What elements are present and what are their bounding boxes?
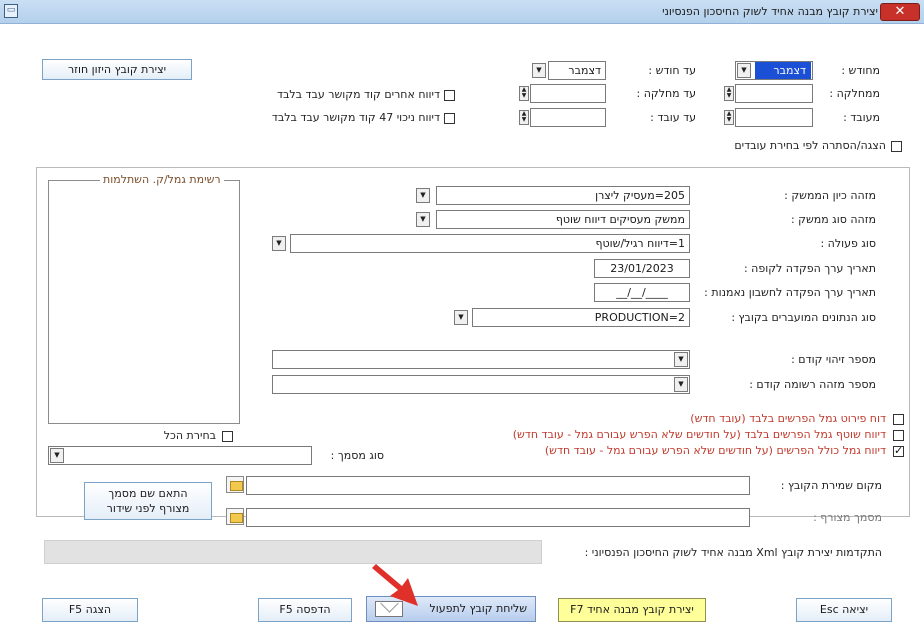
show-hide-label: הצגה/הסתרה לפי בחירת עובדים [734,139,886,152]
file-location-folder-icon[interactable] [226,476,244,493]
to-month-dropdown[interactable]: ▼ [532,63,546,78]
match-document-button[interactable]: התאם שם מסמך מצורף לפני שידור [84,482,212,520]
report-47-label: דיווח ניכוי 47 קוד מקושר עבד בלבד [271,111,440,124]
progress-label: התקדמות יצירת קובץ Xml מבנה אחיד לשוק הח… [584,546,882,559]
title-bar: ▭ יצירת קובץ מבנה אחיד לשוק החיסכון הפנס… [0,0,924,24]
to-employee-input[interactable] [530,108,606,127]
interface-id-dropdown[interactable]: ▼ [416,212,430,227]
action-type-select[interactable]: 1=דיווח רגיל/שוטף [290,234,690,253]
exit-button[interactable]: יציאה Esc [796,598,892,622]
match-document-line-1: התאם שם מסמך [108,487,188,500]
action-type-dropdown[interactable]: ▼ [272,236,286,251]
doc-type-dropdown[interactable]: ▼ [50,448,64,463]
report-others-checkbox[interactable] [444,90,455,101]
data-type-label: סוג הנתונים המועברים בקובץ : [731,311,876,324]
prev-id-dropdown[interactable]: ▼ [674,352,688,367]
value-date-account-label: תאריך ערך הפקדה לחשבון נאמנות : [704,286,876,299]
employer-id-label: מזהה כיון הממשק : [784,189,876,202]
prev-id-label: מספר זיהוי קודם : [791,353,876,366]
employer-id-dropdown[interactable]: ▼ [416,188,430,203]
interface-id-label: מזהה סוג ממשק : [790,213,876,226]
value-date-account-input[interactable]: __/__/____ [594,283,690,302]
close-icon[interactable]: ✕ [880,3,920,21]
attached-doc-input[interactable] [246,508,750,527]
show-hide-checkbox[interactable] [891,141,902,152]
to-employee-spinner[interactable]: ▲ ▼ [519,110,529,125]
pension-funds-list-title: רשימת גמל/ק. השתלמות [100,173,224,186]
report-3-checkbox[interactable] [893,444,904,457]
to-month-label: עד חודש : [648,64,696,77]
prev-record-dropdown[interactable]: ▼ [674,377,688,392]
pension-funds-listbox[interactable] [48,180,240,424]
create-feedback-file-button[interactable]: יצירת קובץ היזון חוזר [42,59,192,80]
prev-record-label: מספר מזהה רשומה קודם : [749,378,876,391]
interface-id-select[interactable]: ממשק מעסיקים דיווח שוטף [436,210,690,229]
action-type-label: סוג פעולה : [820,237,876,250]
from-employee-spinner[interactable]: ▲ ▼ [724,110,734,125]
from-dept-spinner[interactable]: ▲ ▼ [724,86,734,101]
show-button[interactable]: הצגה F5 [42,598,138,622]
from-employee-input[interactable] [735,108,813,127]
from-employee-label: מעובד : [843,111,880,124]
value-date-input[interactable]: 23/01/2023 [594,259,690,278]
match-document-line-2: מצורף לפני שידור [106,502,190,515]
report-47-checkbox[interactable] [444,113,455,124]
file-location-input[interactable] [246,476,750,495]
prev-id-select[interactable] [272,350,690,369]
file-location-label: מקום שמירת הקובץ : [780,479,882,492]
from-dept-input[interactable] [735,84,813,103]
report-2-label: דיווח שוטף גמל הפרשים בלבד (על חודשים של… [512,428,886,441]
to-dept-input[interactable] [530,84,606,103]
red-arrow-icon [372,564,418,606]
select-all-label: בחירת הכל [163,429,216,442]
app-icon[interactable]: ▭ [4,4,18,18]
window-title: יצירת קובץ מבנה אחיד לשוק החיסכון הפנסיו… [662,5,878,18]
select-all-checkbox[interactable] [222,431,233,442]
progress-bar [44,540,542,564]
to-employee-label: עד עובד : [650,111,696,124]
from-month-outer [735,61,813,80]
report-3-label: דיווח גמל כולל הפרשים (על חודשים שלא הפר… [544,444,886,457]
create-uniform-file-button[interactable]: יצירת קובץ מבנה אחיד F7 [558,598,706,622]
print-button[interactable]: הדפסה F5 [258,598,352,622]
report-1-label: דוח פירוט גמל הפרשים בלבד (עובד חדש) [690,412,886,425]
report-1-checkbox[interactable] [893,414,904,425]
to-dept-spinner[interactable]: ▲ ▼ [519,86,529,101]
to-dept-label: עד מחלקה : [636,87,697,100]
attached-doc-label: מסמך מצורף : [813,511,882,524]
value-date-label: תאריך ערך הפקדה לקופה : [743,262,876,275]
data-type-dropdown[interactable]: ▼ [454,310,468,325]
to-month-select[interactable]: דצמבר [548,61,606,80]
send-file-label: שליחת קובץ לתפעול [429,602,528,615]
doc-type-select[interactable] [48,446,312,465]
data-type-select[interactable]: PRODUCTION=2 [472,308,690,327]
report-others-label: דיווח אחרים קוד מקושר עבד בלבד [277,88,440,101]
prev-record-select[interactable] [272,375,690,394]
from-dept-label: ממחלקה : [829,87,880,100]
from-month-label: מחודש : [841,64,880,77]
doc-type-label: סוג מסמך : [330,449,384,462]
employer-id-select[interactable]: 205=מעסיק ליצרן [436,186,690,205]
report-2-checkbox[interactable] [893,430,904,441]
attached-doc-folder-icon[interactable] [226,508,244,525]
